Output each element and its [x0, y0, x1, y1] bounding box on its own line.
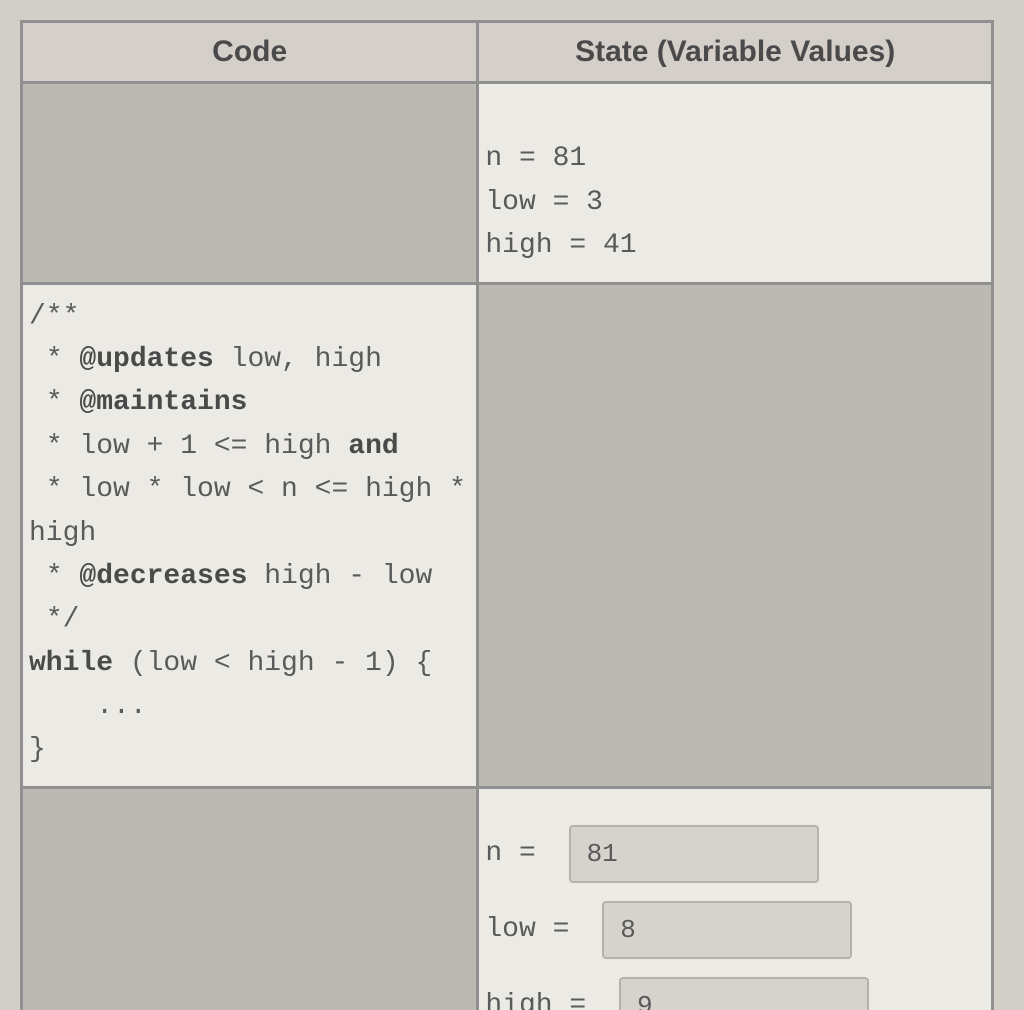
header-code: Code: [22, 22, 478, 83]
final-high-label: high =: [485, 990, 603, 1010]
keyword-while: while: [29, 648, 113, 679]
final-low-input[interactable]: [602, 901, 852, 959]
final-low-label: low =: [485, 914, 586, 945]
state-cell-initial: n = 81 low = 3 high = 41: [478, 83, 993, 284]
header-state: State (Variable Values): [478, 22, 993, 83]
code-cell-row1: [22, 83, 478, 284]
loop-code-block: /** * @updates low, high * @maintains * …: [23, 285, 476, 786]
state-cell-row2: [478, 283, 993, 787]
javadoc-maintains-tag: @maintains: [79, 387, 247, 418]
code-cell-loop: /** * @updates low, high * @maintains * …: [22, 283, 478, 787]
final-high-input[interactable]: [619, 977, 869, 1010]
initial-low: low = 3: [485, 187, 603, 218]
state-cell-final: n = low = high =: [478, 787, 993, 1010]
keyword-and: and: [348, 431, 398, 462]
initial-high: high = 41: [485, 230, 636, 261]
code-cell-row3: [22, 787, 478, 1010]
code-state-trace-table: Code State (Variable Values) n = 81 low …: [20, 20, 994, 1010]
final-n-input[interactable]: [569, 825, 819, 883]
final-n-label: n =: [485, 838, 552, 869]
javadoc-updates-tag: @updates: [79, 344, 213, 375]
javadoc-decreases-tag: @decreases: [79, 561, 247, 592]
initial-n: n = 81: [485, 143, 586, 174]
